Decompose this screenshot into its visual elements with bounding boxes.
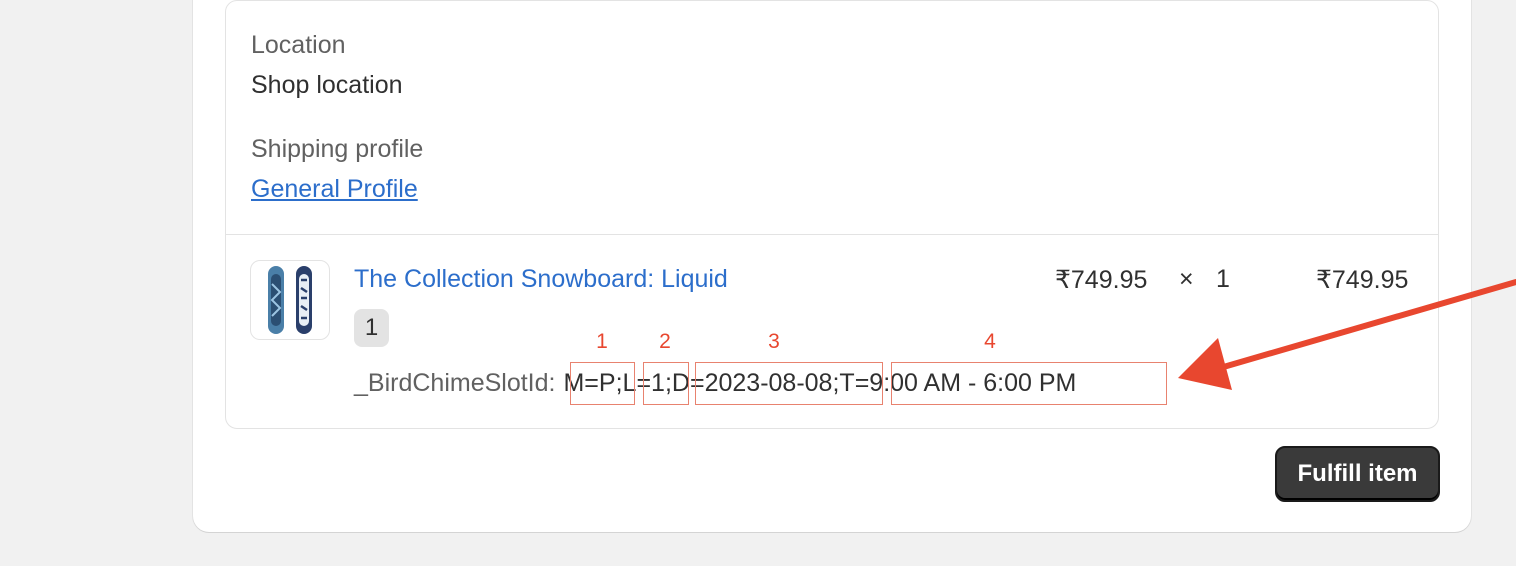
product-thumbnail[interactable] — [250, 260, 330, 340]
annotation-box-1 — [570, 362, 635, 405]
unit-price: ₹749.95 — [1055, 266, 1148, 294]
location-label: Location — [251, 31, 346, 59]
annotation-box-2 — [643, 362, 689, 405]
divider — [226, 234, 1438, 235]
fulfillment-details: Location Shop location Shipping profile … — [251, 1, 1411, 235]
annotation-box-4 — [891, 362, 1167, 405]
annotation-number-1: 1 — [596, 330, 608, 353]
fulfill-item-button[interactable]: Fulfill item — [1275, 446, 1440, 502]
quantity-value: 1 — [1216, 265, 1230, 293]
annotation-number-2: 2 — [659, 330, 671, 353]
annotation-number-3: 3 — [768, 330, 780, 353]
annotation-box-3 — [695, 362, 883, 405]
shipping-profile-label: Shipping profile — [251, 135, 424, 163]
snowboard-image — [268, 266, 312, 334]
shipping-profile-link[interactable]: General Profile — [251, 175, 418, 204]
line-total: ₹749.95 — [1316, 266, 1409, 294]
annotation-number-4: 4 — [984, 330, 996, 353]
property-key: _BirdChimeSlotId: — [354, 369, 556, 397]
multiply-sign: × — [1179, 265, 1194, 293]
quantity-badge: 1 — [354, 309, 389, 347]
product-title-link[interactable]: The Collection Snowboard: Liquid — [354, 265, 728, 294]
location-value: Shop location — [251, 71, 403, 99]
